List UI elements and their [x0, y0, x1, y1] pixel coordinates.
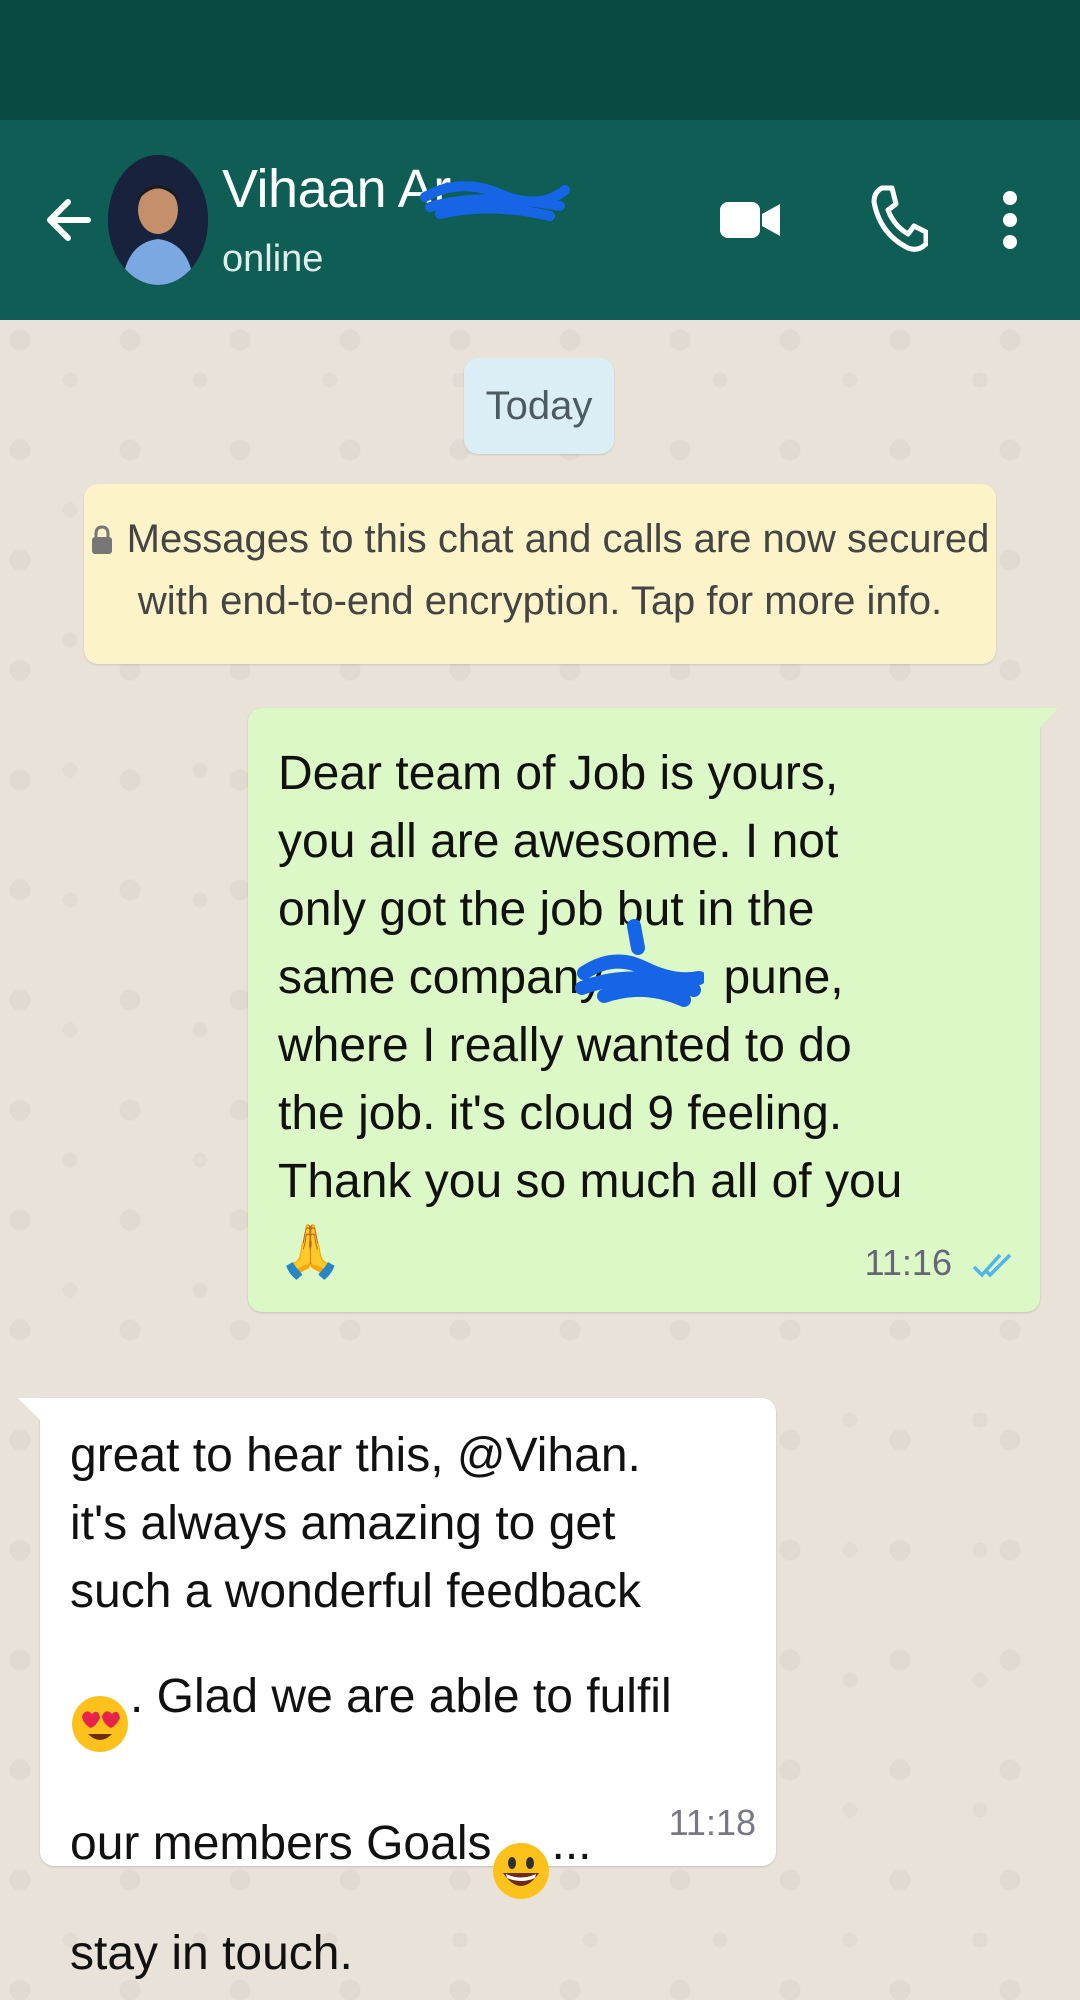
- heart-eyes-emoji: [70, 1626, 130, 1773]
- encryption-text: Messages to this chat and calls are now …: [126, 517, 990, 623]
- message-meta: 11:16: [865, 1242, 1014, 1288]
- redaction-scribble: [574, 918, 706, 1013]
- incoming-message-text: great to hear this, @Vihan. it's always a…: [70, 1422, 690, 1988]
- outgoing-message-text: Dear team of Job is yours, you all are a…: [278, 740, 958, 1286]
- grinning-face-emoji: [491, 1773, 551, 1920]
- incoming-message[interactable]: great to hear this, @Vihan. it's always a…: [18, 1398, 776, 1980]
- message-text-part: . Glad we are able to fulfil: [130, 1670, 672, 1724]
- message-line: great to hear this, @Vihan.: [70, 1429, 641, 1482]
- date-label: Today: [464, 358, 614, 454]
- message-text-part: ...: [551, 1817, 592, 1871]
- contact-avatar[interactable]: [108, 155, 208, 285]
- encryption-notice[interactable]: Messages to this chat and calls are now …: [84, 484, 996, 664]
- video-call-icon[interactable]: [718, 190, 782, 255]
- chat-header: Vihaan Ar online: [0, 120, 1080, 320]
- message-line: it's always amazing to get: [70, 1497, 616, 1550]
- message-line: stay in touch.: [70, 1927, 353, 1980]
- read-ticks-icon: [972, 1246, 1014, 1288]
- message-line: such a wonderful feedback: [70, 1565, 642, 1618]
- message-time: 11:18: [668, 1802, 756, 1843]
- lock-icon: [91, 511, 113, 554]
- contact-status: online: [222, 238, 324, 280]
- message-line: our members Goals ...: [70, 1773, 690, 1920]
- status-bar: [0, 0, 1080, 120]
- outgoing-message[interactable]: Dear team of Job is yours, you all are a…: [248, 708, 1058, 1312]
- message-line: . Glad we are able to fulfil: [70, 1626, 690, 1773]
- back-arrow-icon[interactable]: [38, 190, 98, 250]
- bubble-tail: [1038, 708, 1058, 735]
- redaction-scribble: [420, 172, 570, 227]
- chat-area: Today Messages to this chat and calls ar…: [0, 320, 1080, 2000]
- message-time: 11:16: [864, 1242, 952, 1283]
- contact-name[interactable]: Vihaan Ar: [222, 158, 451, 220]
- praying-hands-emoji: 🙏: [278, 1223, 343, 1282]
- bubble-tail: [18, 1398, 40, 1425]
- message-text-part: our members Goals: [70, 1817, 492, 1871]
- phone-icon[interactable]: [868, 182, 929, 259]
- more-options-icon[interactable]: [1000, 188, 1020, 257]
